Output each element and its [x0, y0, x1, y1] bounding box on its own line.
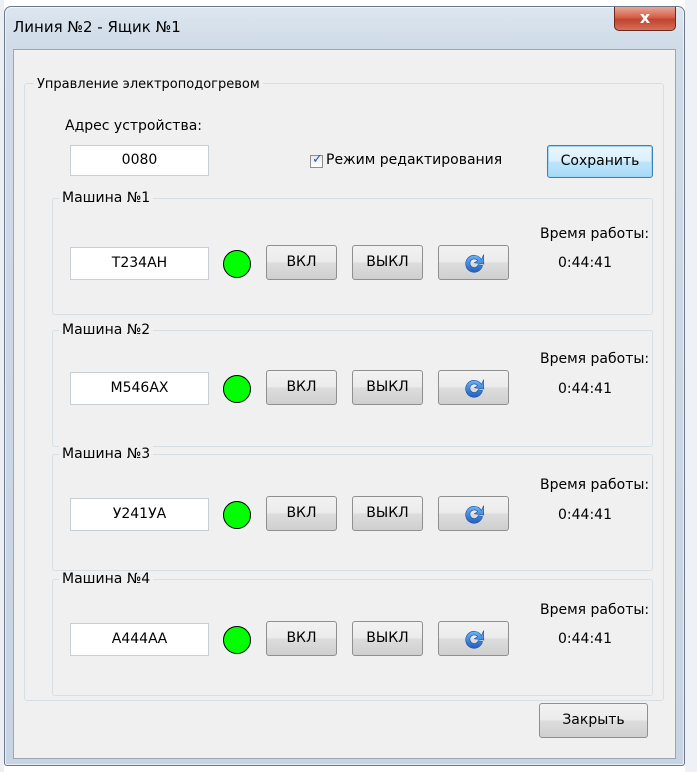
edit-mode-label: Режим редактирования — [326, 152, 503, 168]
off-button-1[interactable]: ВЫКЛ — [352, 245, 423, 280]
on-button-1[interactable]: ВКЛ — [266, 245, 337, 280]
machine-title-1: Машина №1 — [59, 190, 154, 206]
machine-plate-input-3[interactable]: У241УА — [70, 498, 209, 531]
on-button-4[interactable]: ВКЛ — [266, 621, 337, 656]
on-button-3[interactable]: ВКЛ — [266, 496, 337, 531]
machine-plate-input-1[interactable]: Т234АН — [70, 247, 209, 280]
checkmark-icon: ✓ — [312, 152, 323, 167]
device-address-input[interactable]: 0080 — [70, 145, 209, 176]
refresh-icon — [461, 626, 487, 652]
close-window-button[interactable]: x — [614, 7, 676, 31]
refresh-button-1[interactable] — [438, 245, 509, 280]
edit-mode-checkbox[interactable]: ✓ — [310, 152, 323, 168]
uptime-label-2: Время работы: — [540, 351, 650, 367]
uptime-label-1: Время работы: — [540, 226, 650, 242]
off-button-2[interactable]: ВЫКЛ — [352, 370, 423, 405]
machine-title-3: Машина №3 — [59, 446, 154, 462]
off-button-3[interactable]: ВЫКЛ — [352, 496, 423, 531]
machine-plate-input-2[interactable]: М546АХ — [70, 372, 209, 405]
status-indicator-2 — [223, 375, 251, 403]
machine-title-4: Машина №4 — [59, 571, 154, 587]
refresh-icon — [461, 501, 487, 527]
device-address-label: Адрес устройства: — [65, 118, 202, 134]
desktop-background-right — [685, 0, 697, 772]
uptime-label-4: Время работы: — [540, 602, 650, 618]
window-title: Линия №2 - Ящик №1 — [13, 18, 181, 36]
status-indicator-4 — [223, 626, 251, 654]
close-button[interactable]: Закрыть — [539, 703, 648, 738]
uptime-value-4: 0:44:41 — [558, 631, 612, 647]
machine-plate-input-4[interactable]: А444АА — [70, 623, 209, 656]
heating-control-group-title: Управление электроподогревом — [34, 77, 263, 92]
refresh-icon — [461, 250, 487, 276]
machine-title-2: Машина №2 — [59, 322, 154, 338]
refresh-button-3[interactable] — [438, 496, 509, 531]
status-indicator-1 — [223, 250, 251, 278]
refresh-button-4[interactable] — [438, 621, 509, 656]
on-button-2[interactable]: ВКЛ — [266, 370, 337, 405]
status-indicator-3 — [223, 501, 251, 529]
title-bar[interactable]: Линия №2 - Ящик №1 x — [5, 7, 684, 47]
dialog-window: Линия №2 - Ящик №1 x Управление электроп… — [4, 6, 685, 766]
off-button-4[interactable]: ВЫКЛ — [352, 621, 423, 656]
refresh-button-2[interactable] — [438, 370, 509, 405]
save-button[interactable]: Сохранить — [547, 145, 653, 178]
uptime-value-3: 0:44:41 — [558, 507, 612, 523]
close-icon: x — [639, 8, 651, 27]
dialog-client-area: Управление электроподогревом Адрес устро… — [13, 49, 676, 759]
uptime-label-3: Время работы: — [540, 477, 650, 493]
uptime-value-2: 0:44:41 — [558, 381, 612, 397]
uptime-value-1: 0:44:41 — [558, 255, 612, 271]
refresh-icon — [461, 375, 487, 401]
